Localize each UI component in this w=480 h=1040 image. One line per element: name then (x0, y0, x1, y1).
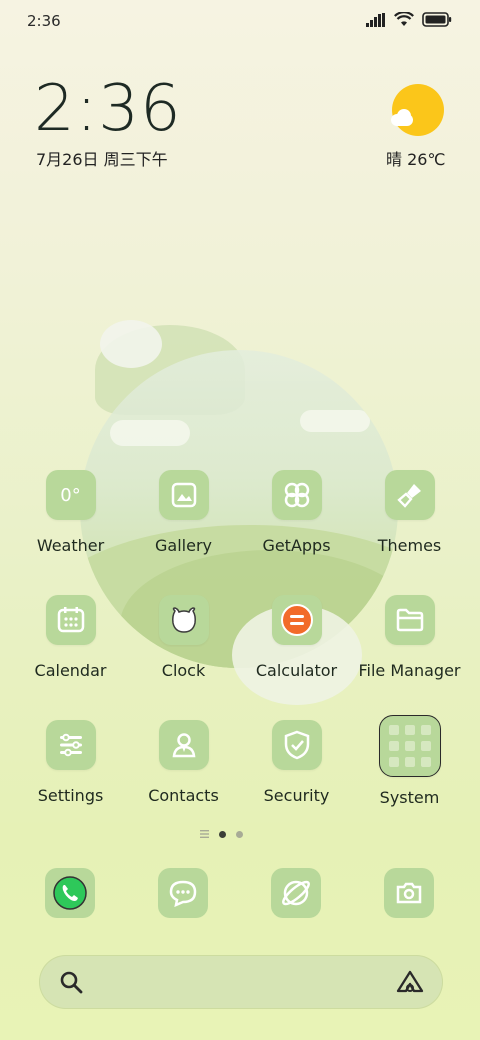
status-time: 2:36 (27, 12, 61, 30)
assistant-icon[interactable] (395, 969, 425, 995)
gallery-icon (158, 470, 209, 520)
app-label: Clock (161, 661, 206, 680)
signal-icon (366, 12, 385, 27)
calculator-icon (271, 595, 322, 645)
file-manager-icon (384, 595, 435, 645)
app-getapps[interactable]: GetApps (240, 470, 353, 555)
calendar-icon (45, 595, 96, 645)
status-bar: 2:36 (0, 0, 480, 40)
page-dot-active (219, 830, 226, 838)
app-security[interactable]: Security (240, 720, 353, 805)
dock-messages[interactable] (158, 868, 208, 918)
dock-phone[interactable] (45, 868, 95, 918)
clock-widget-date: 7月26日 周三下午 (36, 150, 168, 169)
app-label: Gallery (155, 536, 212, 555)
phone-icon (53, 876, 87, 910)
app-weather[interactable]: 0° Weather (14, 470, 127, 555)
contacts-icon (158, 720, 209, 770)
messages-icon (169, 880, 197, 907)
weather-sunny-icon[interactable] (391, 84, 444, 136)
app-label: Contacts (148, 786, 219, 805)
app-calendar[interactable]: Calendar (14, 595, 127, 680)
wifi-icon (394, 12, 414, 26)
system-folder-icon (378, 715, 441, 777)
list-page-icon (200, 830, 209, 838)
clock-widget-time[interactable]: 2:36 (34, 72, 182, 146)
app-clock[interactable]: Clock (127, 595, 240, 680)
search-icon (60, 971, 83, 994)
app-label: Security (263, 786, 330, 805)
dock-browser[interactable] (271, 868, 321, 918)
app-label: Calendar (34, 661, 107, 680)
wallpaper-sheep (100, 320, 162, 368)
app-label: System (379, 788, 440, 807)
app-settings[interactable]: Settings (14, 720, 127, 805)
clock-icon (158, 595, 209, 645)
getapps-icon (271, 470, 322, 520)
camera-icon (396, 882, 422, 904)
app-label: Themes (377, 536, 442, 555)
app-contacts[interactable]: Contacts (127, 720, 240, 805)
app-label: GetApps (262, 536, 331, 555)
app-calculator[interactable]: Calculator (240, 595, 353, 680)
browser-icon (282, 880, 310, 906)
app-label: Settings (37, 786, 104, 805)
settings-icon (45, 720, 96, 770)
app-label: Calculator (255, 661, 338, 680)
app-themes[interactable]: Themes (353, 470, 466, 555)
security-icon (271, 720, 322, 770)
status-icons (366, 12, 452, 27)
themes-icon (384, 470, 435, 520)
app-label: File Manager (358, 661, 461, 680)
page-dot (236, 830, 243, 838)
weather-temp-glyph: 0° (60, 484, 81, 506)
app-label: Weather (36, 536, 105, 555)
app-file-manager[interactable]: File Manager (353, 595, 466, 680)
app-gallery[interactable]: Gallery (127, 470, 240, 555)
page-indicator[interactable] (200, 830, 243, 838)
dock-camera[interactable] (384, 868, 434, 918)
search-bar[interactable] (39, 955, 443, 1009)
app-system-folder[interactable]: System (353, 715, 466, 807)
weather-icon: 0° (45, 470, 96, 520)
battery-icon (422, 12, 452, 27)
weather-text: 晴 26℃ (386, 150, 446, 169)
